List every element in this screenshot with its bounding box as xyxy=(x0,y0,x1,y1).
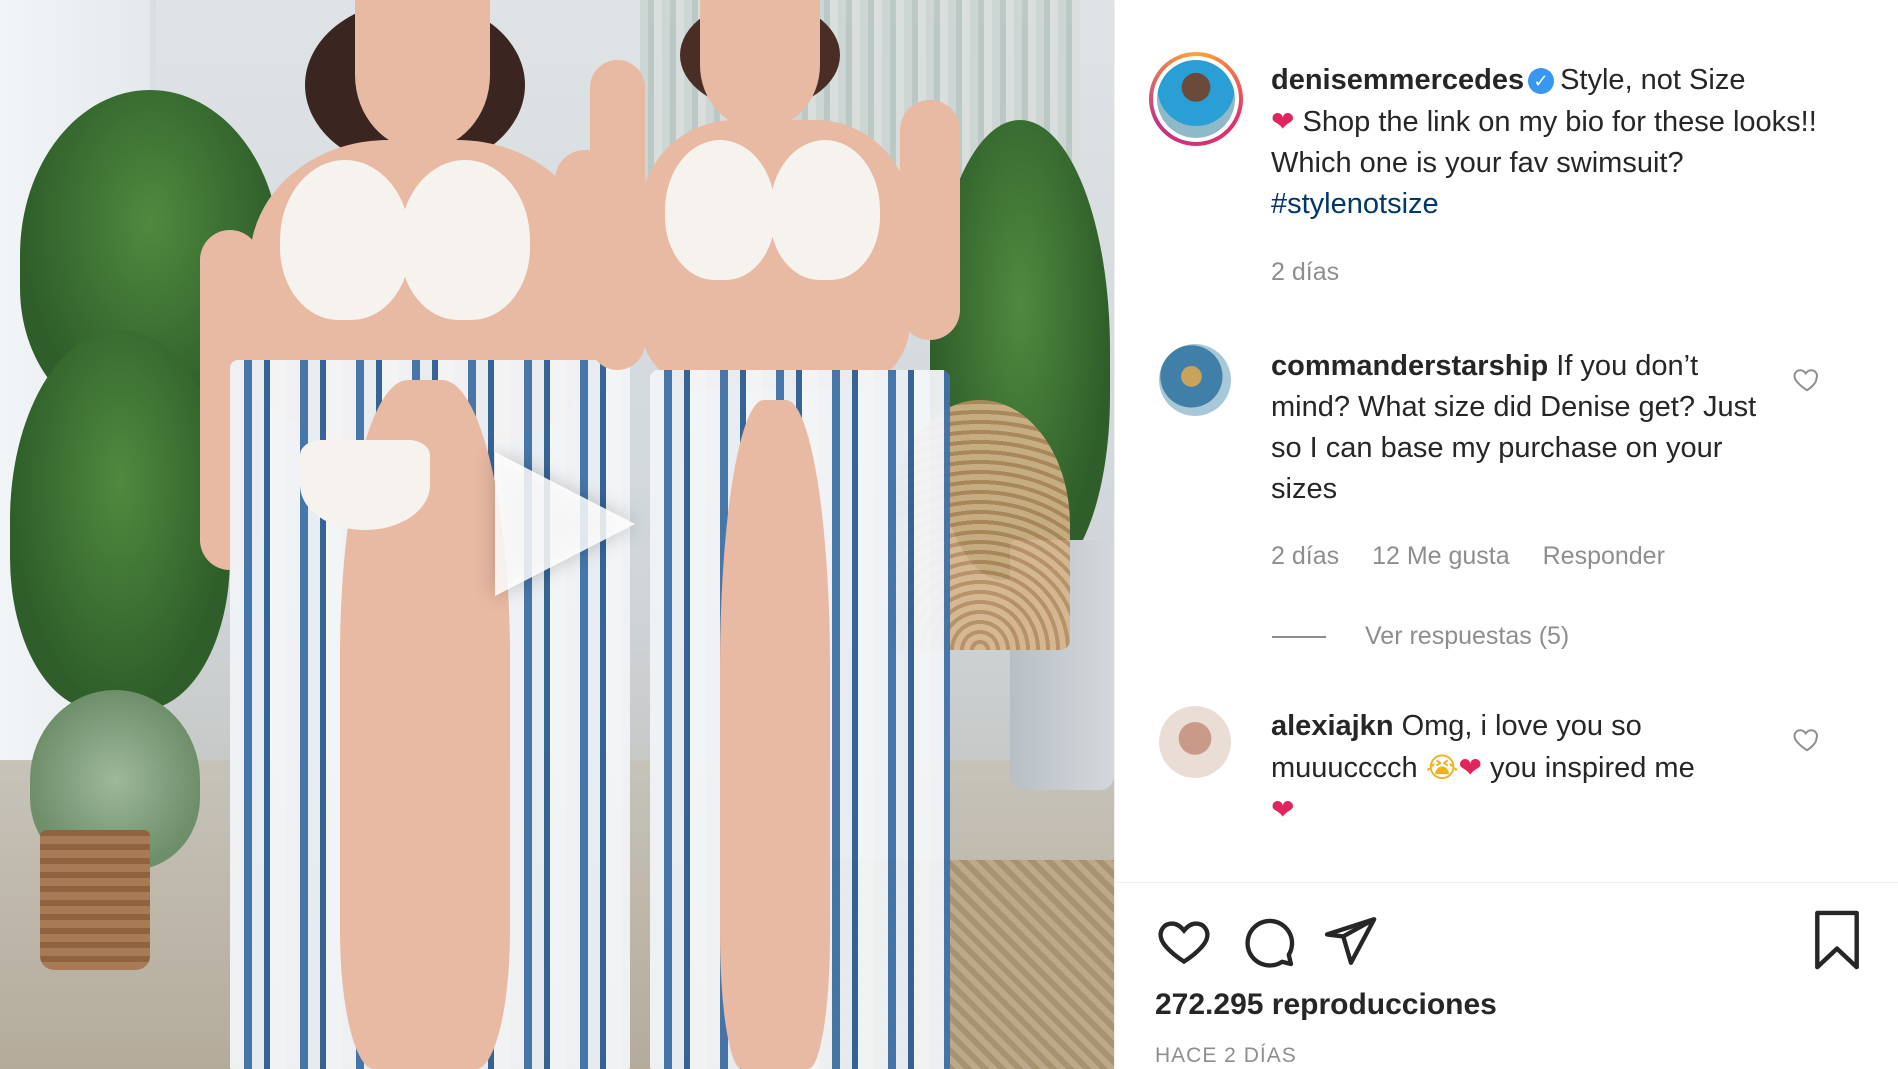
caption-time: 2 días xyxy=(1271,258,1340,286)
comment-bubble-icon[interactable] xyxy=(1239,912,1297,970)
comment-time: 2 días xyxy=(1271,542,1340,570)
play-icon[interactable] xyxy=(495,452,635,596)
commenter-avatar[interactable] xyxy=(1159,344,1231,416)
verified-badge-icon: ✓ xyxy=(1528,68,1555,94)
plant-left-mid xyxy=(10,330,230,710)
comment-body-part2: you inspired me xyxy=(1489,752,1695,784)
view-replies-button[interactable]: Ver respuestas (5) xyxy=(1365,622,1569,651)
video-player[interactable] xyxy=(0,0,1114,1069)
caption-part2: Shop the link on my bio for these looks!… xyxy=(1271,106,1817,179)
author-avatar xyxy=(1157,60,1235,138)
post-sidebar: denisemmercedes ✓ Style, not Size ❤ Shop t… xyxy=(1114,0,1898,1069)
comment-username[interactable]: alexiajkn xyxy=(1271,710,1394,742)
red-heart-emoji-icon: ❤ xyxy=(1458,751,1482,784)
caption-part1: Style, not Size xyxy=(1560,64,1746,96)
post-time-ago[interactable]: HACE 2 DÍAS xyxy=(1155,1044,1297,1068)
comment-username[interactable]: commanderstarship xyxy=(1271,350,1548,382)
comment-meta: 2 días 12 Me gusta Responder xyxy=(1271,542,1691,571)
comment-likes[interactable]: 12 Me gusta xyxy=(1372,542,1510,570)
comments-list[interactable]: denisemmercedes ✓ Style, not Size ❤ Shop t… xyxy=(1115,0,1898,880)
replies-divider xyxy=(1272,636,1326,638)
reply-button[interactable]: Responder xyxy=(1543,542,1665,570)
plant-pot-woven xyxy=(40,830,150,970)
comment-text: commanderstarship If you don’t mind? Wha… xyxy=(1271,346,1771,510)
author-avatar-ring[interactable] xyxy=(1149,52,1243,146)
commenter-avatar[interactable] xyxy=(1159,706,1231,778)
comment-like-heart-icon[interactable] xyxy=(1792,724,1822,754)
paper-plane-icon[interactable] xyxy=(1321,912,1379,970)
red-heart-emoji-icon: ❤ xyxy=(1271,105,1295,138)
caption-text: denisemmercedes ✓ Style, not Size ❤ Shop t… xyxy=(1271,60,1831,225)
bookmark-icon[interactable] xyxy=(1807,908,1867,972)
hashtag-link[interactable]: #stylenotsize xyxy=(1271,188,1439,220)
comment-like-heart-icon[interactable] xyxy=(1792,364,1822,394)
red-heart-emoji-icon: ❤ xyxy=(1271,793,1295,826)
view-count[interactable]: 272.295 reproducciones xyxy=(1155,988,1497,1022)
heart-outline-icon[interactable] xyxy=(1155,912,1213,970)
comment-text: alexiajkn Omg, i love you so muuucccch 😭… xyxy=(1271,706,1791,831)
author-username[interactable]: denisemmercedes xyxy=(1271,64,1524,96)
footer-divider xyxy=(1115,882,1898,883)
crying-face-emoji-icon: 😭 xyxy=(1425,751,1459,784)
